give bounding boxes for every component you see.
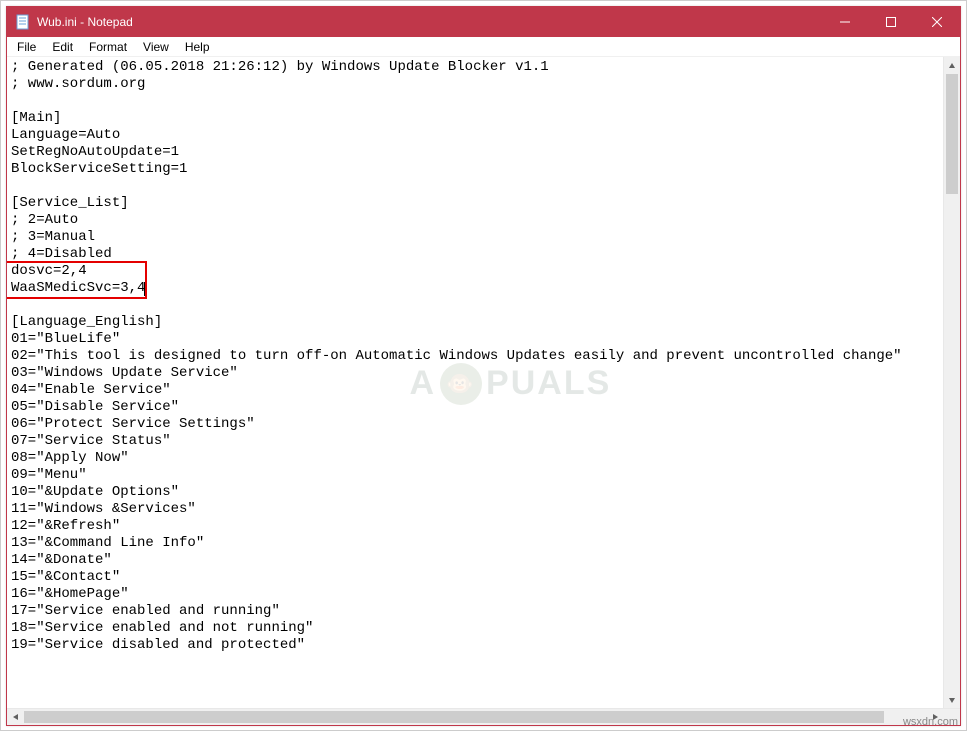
menu-edit[interactable]: Edit xyxy=(44,38,81,56)
editor-line[interactable]: 04="Enable Service" xyxy=(11,382,939,399)
editor-line[interactable]: 14="&Donate" xyxy=(11,552,939,569)
editor-line[interactable]: WaaSMedicSvc=3,4 xyxy=(11,280,939,297)
editor-line[interactable]: ; 2=Auto xyxy=(11,212,939,229)
editor-line[interactable]: 07="Service Status" xyxy=(11,433,939,450)
editor-line[interactable]: 15="&Contact" xyxy=(11,569,939,586)
menubar: File Edit Format View Help xyxy=(7,37,960,57)
source-watermark: wsxdn.com xyxy=(903,716,958,728)
editor-line[interactable]: 13="&Command Line Info" xyxy=(11,535,939,552)
hscroll-thumb[interactable] xyxy=(24,711,884,723)
editor-line[interactable]: [Language_English] xyxy=(11,314,939,331)
menu-help[interactable]: Help xyxy=(177,38,218,56)
editor-line[interactable]: 08="Apply Now" xyxy=(11,450,939,467)
editor-line[interactable]: BlockServiceSetting=1 xyxy=(11,161,939,178)
scroll-left-arrow[interactable] xyxy=(7,709,24,725)
window-controls xyxy=(822,7,960,37)
editor-line[interactable]: [Service_List] xyxy=(11,195,939,212)
horizontal-scrollbar[interactable] xyxy=(7,708,960,725)
close-button[interactable] xyxy=(914,7,960,37)
editor-line[interactable]: 09="Menu" xyxy=(11,467,939,484)
vscroll-track[interactable] xyxy=(944,74,960,691)
notepad-window: Wub.ini - Notepad File Edit Format View … xyxy=(6,6,961,726)
editor-line[interactable]: 02="This tool is designed to turn off-on… xyxy=(11,348,939,365)
editor-line[interactable]: 01="BlueLife" xyxy=(11,331,939,348)
menu-file[interactable]: File xyxy=(9,38,44,56)
editor-line[interactable]: 19="Service disabled and protected" xyxy=(11,637,939,654)
vscroll-thumb[interactable] xyxy=(946,74,958,194)
editor-line[interactable] xyxy=(11,93,939,110)
hscroll-track[interactable] xyxy=(24,709,926,725)
editor-line[interactable] xyxy=(11,178,939,195)
editor-line[interactable] xyxy=(11,297,939,314)
notepad-icon xyxy=(15,14,31,30)
titlebar[interactable]: Wub.ini - Notepad xyxy=(7,7,960,37)
editor-line[interactable]: ; Generated (06.05.2018 21:26:12) by Win… xyxy=(11,59,939,76)
menu-format[interactable]: Format xyxy=(81,38,135,56)
editor-line[interactable]: 18="Service enabled and not running" xyxy=(11,620,939,637)
maximize-button[interactable] xyxy=(868,7,914,37)
editor-line[interactable]: SetRegNoAutoUpdate=1 xyxy=(11,144,939,161)
editor-line[interactable]: 06="Protect Service Settings" xyxy=(11,416,939,433)
content-area: ; Generated (06.05.2018 21:26:12) by Win… xyxy=(7,57,960,708)
editor-line[interactable]: 16="&HomePage" xyxy=(11,586,939,603)
vertical-scrollbar[interactable] xyxy=(943,57,960,708)
editor-line[interactable]: 17="Service enabled and running" xyxy=(11,603,939,620)
editor-line[interactable]: dosvc=2,4 xyxy=(11,263,939,280)
editor-line[interactable]: 12="&Refresh" xyxy=(11,518,939,535)
minimize-button[interactable] xyxy=(822,7,868,37)
window-title: Wub.ini - Notepad xyxy=(37,15,133,29)
editor-line[interactable]: 05="Disable Service" xyxy=(11,399,939,416)
editor-line[interactable]: ; 4=Disabled xyxy=(11,246,939,263)
scroll-down-arrow[interactable] xyxy=(944,691,960,708)
text-editor[interactable]: ; Generated (06.05.2018 21:26:12) by Win… xyxy=(7,57,943,708)
scroll-up-arrow[interactable] xyxy=(944,57,960,74)
editor-line[interactable]: 10="&Update Options" xyxy=(11,484,939,501)
editor-line[interactable]: 11="Windows &Services" xyxy=(11,501,939,518)
editor-line[interactable]: [Main] xyxy=(11,110,939,127)
editor-line[interactable]: ; www.sordum.org xyxy=(11,76,939,93)
editor-line[interactable]: Language=Auto xyxy=(11,127,939,144)
editor-line[interactable]: 03="Windows Update Service" xyxy=(11,365,939,382)
menu-view[interactable]: View xyxy=(135,38,177,56)
editor-line[interactable]: ; 3=Manual xyxy=(11,229,939,246)
